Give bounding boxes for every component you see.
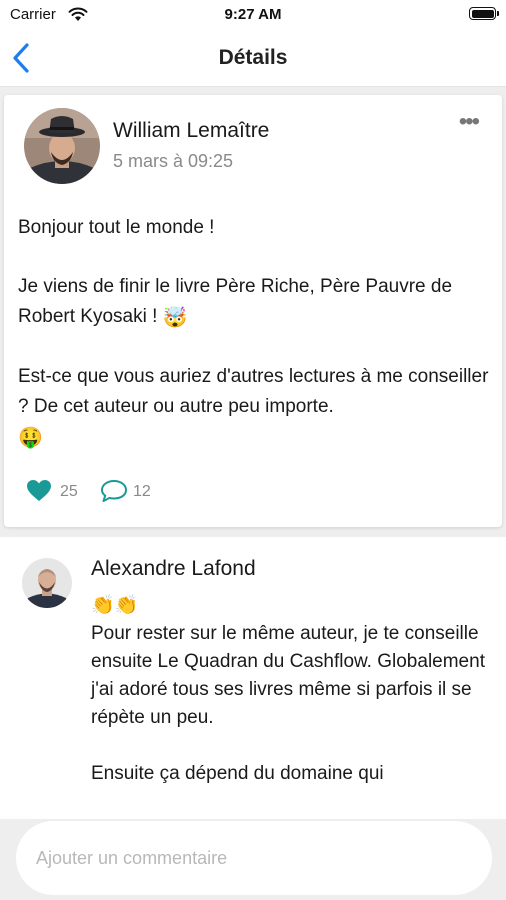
comment-item: Alexandre Lafond 👏👏 Pour rester sur le m… (0, 537, 506, 819)
battery-icon (469, 7, 499, 20)
comment-input[interactable] (16, 821, 492, 895)
post-paragraph: Bonjour tout le monde ! (18, 217, 215, 238)
comment-author-name[interactable]: Alexandre Lafond (91, 557, 256, 581)
post-date: 5 mars à 09:25 (113, 151, 234, 171)
clapping-hands-emoji: 👏👏 (91, 595, 139, 616)
comments-count: 12 (133, 483, 151, 500)
more-options-icon[interactable]: ••• (459, 110, 480, 134)
status-bar: Carrier 9:27 AM (0, 0, 506, 30)
post-paragraph-text: Je viens de finir le livre Père Riche, P… (18, 276, 453, 327)
post-author-name[interactable]: William Lemaître (113, 119, 269, 143)
page-title: Détails (218, 46, 288, 69)
post-body: Bonjour tout le monde ! Je viens de fini… (18, 213, 498, 482)
post-paragraph: Est-ce que vous auriez d'autres lectures… (18, 362, 498, 453)
author-avatar[interactable] (24, 108, 100, 184)
comment-bubble-icon[interactable] (100, 479, 128, 503)
heart-icon[interactable] (26, 479, 52, 503)
comment-body: 👏👏 Pour rester sur le même auteur, je te… (91, 592, 491, 816)
commenter-avatar[interactable] (22, 558, 72, 608)
money-mouth-emoji: 🤑 (18, 427, 43, 449)
exploding-head-emoji: 🤯 (162, 307, 188, 329)
comment-paragraph: Ensuite ça dépend du domaine qui (91, 763, 384, 784)
post-paragraph: Je viens de finir le livre Père Riche, P… (18, 272, 498, 333)
comment-composer (0, 819, 506, 900)
post-paragraph-text: Est-ce que vous auriez d'autres lectures… (18, 366, 489, 417)
post-detail-feed[interactable]: William Lemaître 5 mars à 09:25 ••• Bonj… (0, 87, 506, 819)
comment-paragraph: Pour rester sur le même auteur, je te co… (91, 623, 485, 728)
post-card: William Lemaître 5 mars à 09:25 ••• Bonj… (4, 95, 502, 527)
likes-count: 25 (60, 483, 78, 500)
clock: 9:27 AM (224, 6, 282, 23)
navigation-bar: Détails (0, 30, 506, 87)
